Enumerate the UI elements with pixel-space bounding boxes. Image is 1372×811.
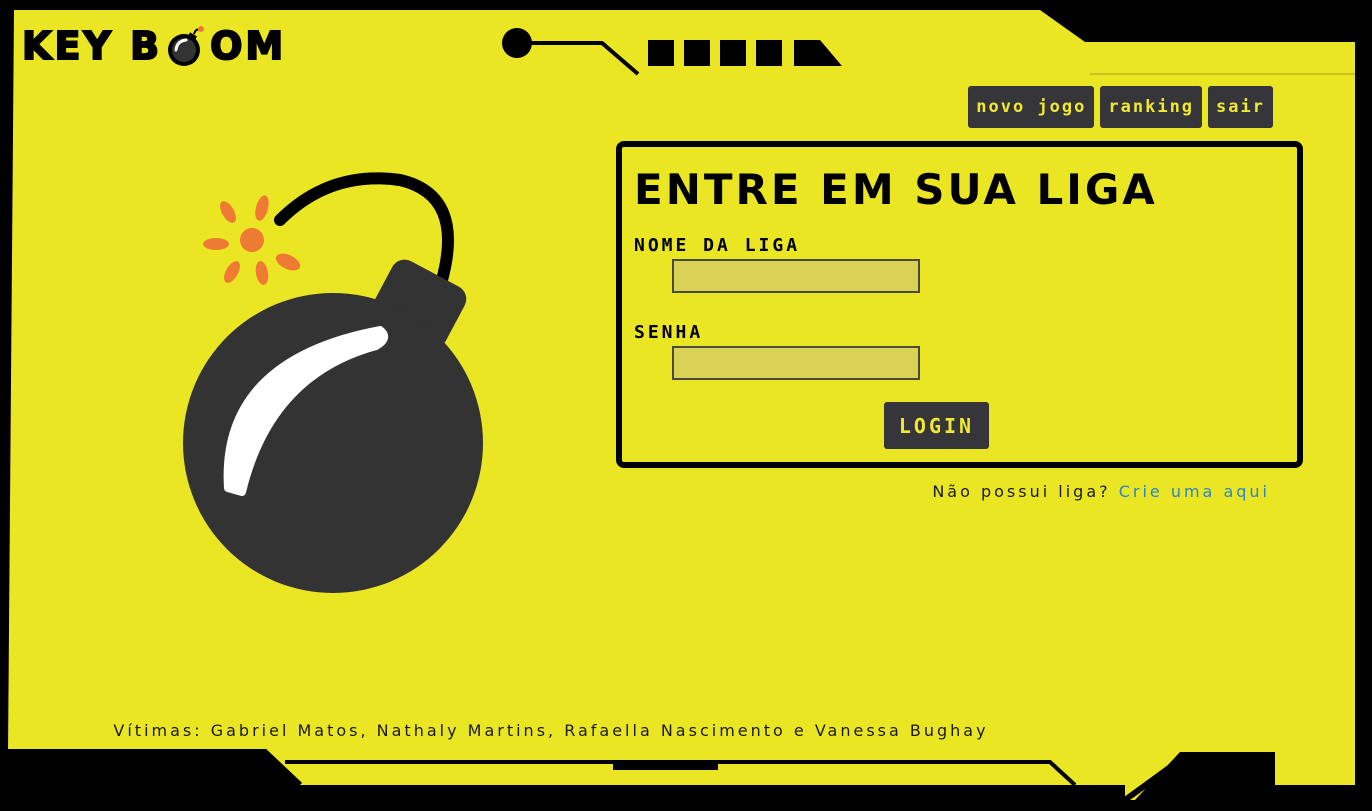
new-game-button[interactable]: novo jogo (968, 86, 1095, 128)
login-panel: ENTRE EM SUA LIGA NOME DA LIGA SENHA LOG… (616, 141, 1303, 468)
app-window: KEY B OM novo jogo ranking sair ENTRE EM… (0, 0, 1372, 811)
logo-text-left: KEY B (21, 23, 163, 69)
logo-bomb-icon (168, 26, 205, 66)
create-league-link[interactable]: Crie uma aqui (1119, 482, 1270, 501)
top-nav: novo jogo ranking sair (968, 86, 1273, 128)
ranking-button[interactable]: ranking (1100, 86, 1203, 128)
password-label: SENHA (634, 322, 704, 343)
password-input[interactable] (672, 346, 920, 380)
bomb-illustration (183, 172, 483, 593)
footer-credits: Vítimas: Gabriel Matos, Nathaly Martins,… (113, 721, 989, 740)
login-title: ENTRE EM SUA LIGA (634, 165, 1158, 214)
logo-text-right: OM (209, 23, 287, 69)
signup-text: Não possui liga? (932, 482, 1111, 501)
app-logo[interactable]: KEY B OM (21, 23, 287, 69)
league-name-label: NOME DA LIGA (634, 235, 801, 256)
league-name-input[interactable] (672, 259, 920, 293)
signup-prompt: Não possui liga? Crie uma aqui (932, 482, 1270, 501)
exit-button[interactable]: sair (1208, 86, 1273, 128)
login-button[interactable]: LOGIN (884, 402, 989, 449)
